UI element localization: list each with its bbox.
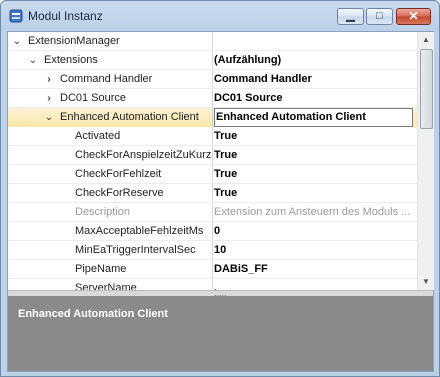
expand-chevron-icon[interactable]: ›	[44, 89, 54, 108]
property-value: Extension zum Ansteuern des Moduls ...	[214, 206, 411, 218]
property-value	[214, 32, 413, 51]
scroll-up-icon[interactable]: ▲	[418, 32, 434, 48]
column-divider	[212, 127, 213, 146]
property-value[interactable]: 0	[214, 222, 413, 241]
property-row-extensions[interactable]: ⌄ Extensions (Aufzählung)	[8, 51, 417, 70]
expand-chevron-icon[interactable]: ›	[44, 70, 54, 89]
column-divider	[212, 70, 213, 89]
property-row-checkforfehlzeit[interactable]: CheckForFehlzeit True	[8, 165, 417, 184]
column-divider	[212, 89, 213, 108]
property-row-servername[interactable]: ServerName .	[8, 279, 417, 290]
collapse-chevron-icon[interactable]: ⌄	[12, 32, 22, 51]
property-name: Extensions	[44, 54, 98, 66]
property-row-command-handler[interactable]: › Command Handler Command Handler	[8, 70, 417, 89]
property-name: CheckForAnspielzeitZuKurz	[75, 149, 212, 161]
property-row-pipename[interactable]: PipeName DABiS_FF	[8, 260, 417, 279]
column-divider	[212, 260, 213, 279]
property-value-editor[interactable]: Enhanced Automation Client	[214, 108, 413, 127]
property-row-description[interactable]: Description Extension zum Ansteuern des …	[8, 203, 417, 222]
property-name: ServerName	[75, 282, 137, 290]
property-row-checkforanspielzeitzukurz[interactable]: CheckForAnspielzeitZuKurz True	[8, 146, 417, 165]
description-title: Enhanced Automation Client	[18, 308, 168, 320]
property-value[interactable]: DABiS_FF	[214, 260, 413, 279]
column-divider	[212, 32, 213, 51]
window-title: Modul Instanz	[28, 9, 103, 23]
property-grid-container: ⌄ ExtensionManager ⌄ Extensions (Aufzähl…	[7, 31, 434, 372]
column-divider	[212, 146, 213, 165]
property-value[interactable]: True	[214, 184, 413, 203]
property-row-enhanced-automation-client[interactable]: ⌄ Enhanced Automation Client Enhanced Au…	[8, 108, 417, 127]
property-name: MaxAcceptableFehlzeitMs	[75, 225, 204, 237]
column-divider	[212, 241, 213, 260]
column-divider	[212, 203, 213, 222]
property-grid: ⌄ ExtensionManager ⌄ Extensions (Aufzähl…	[8, 32, 417, 290]
minimize-button[interactable]: ▁	[337, 8, 364, 25]
scroll-down-icon[interactable]: ▼	[418, 274, 434, 290]
property-name: PipeName	[75, 263, 127, 275]
property-value[interactable]: 10	[214, 241, 413, 260]
description-panel: Enhanced Automation Client	[8, 296, 433, 371]
property-name: Activated	[75, 130, 121, 142]
property-row-mineatriggerintervalsec[interactable]: MinEaTriggerIntervalSec 10	[8, 241, 417, 260]
column-divider	[212, 279, 213, 290]
property-value[interactable]: True	[214, 165, 413, 184]
property-value: Command Handler	[214, 73, 312, 85]
close-icon: ✕	[408, 9, 419, 23]
close-button[interactable]: ✕	[396, 8, 431, 25]
maximize-icon: □	[376, 10, 383, 22]
property-name: Enhanced Automation Client	[60, 111, 199, 123]
property-name: CheckForReserve	[75, 187, 164, 199]
property-row-extensionmanager[interactable]: ⌄ ExtensionManager	[8, 32, 417, 51]
property-value[interactable]: True	[214, 146, 413, 165]
maximize-button[interactable]: □	[366, 8, 393, 25]
property-row-maxacceptablefehlzeitms[interactable]: MaxAcceptableFehlzeitMs 0	[8, 222, 417, 241]
minimize-icon: ▁	[346, 10, 355, 22]
property-value: DC01 Source	[214, 92, 283, 104]
property-row-dc01-source[interactable]: › DC01 Source DC01 Source	[8, 89, 417, 108]
property-name: CheckForFehlzeit	[75, 168, 162, 180]
property-value[interactable]: .	[214, 279, 413, 290]
column-divider	[212, 184, 213, 203]
scrollbar-thumb[interactable]	[420, 49, 433, 129]
property-row-activated[interactable]: Activated True	[8, 127, 417, 146]
property-value: (Aufzählung)	[214, 54, 282, 66]
app-icon	[9, 9, 23, 23]
column-divider	[212, 222, 213, 241]
collapse-chevron-icon[interactable]: ⌄	[28, 51, 38, 70]
property-value[interactable]: True	[214, 127, 413, 146]
title-bar[interactable]: Modul Instanz ▁ □ ✕	[1, 1, 439, 31]
property-name: ExtensionManager	[28, 35, 120, 47]
property-name: Description	[75, 206, 131, 218]
property-name: MinEaTriggerIntervalSec	[75, 244, 196, 256]
property-row-checkforreserve[interactable]: CheckForReserve True	[8, 184, 417, 203]
window: Modul Instanz ▁ □ ✕ ⌄ ExtensionManager ⌄…	[0, 0, 440, 377]
column-divider	[212, 108, 213, 127]
collapse-chevron-icon[interactable]: ⌄	[44, 108, 54, 127]
property-name: Command Handler	[60, 73, 153, 85]
vertical-scrollbar[interactable]: ▲ ▼	[417, 32, 434, 290]
column-divider	[212, 165, 213, 184]
column-divider	[212, 51, 213, 70]
property-name: DC01 Source	[60, 92, 127, 104]
